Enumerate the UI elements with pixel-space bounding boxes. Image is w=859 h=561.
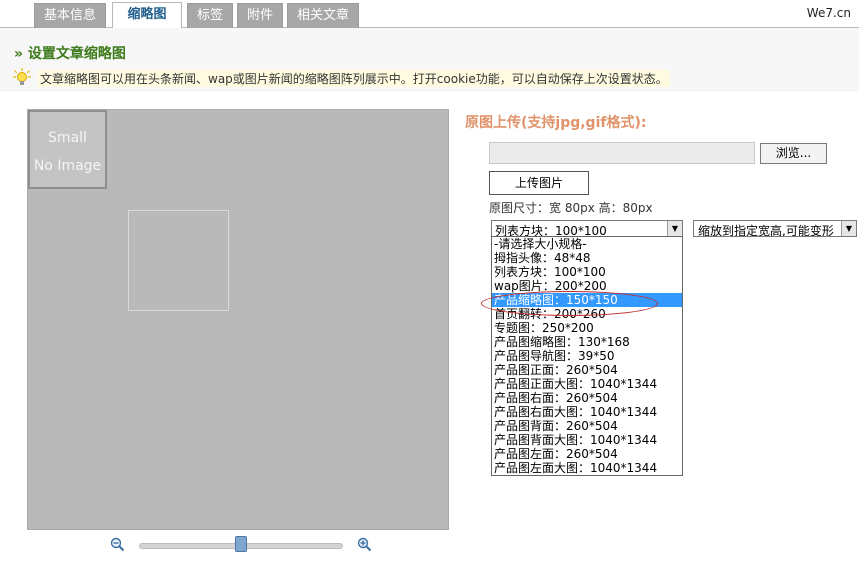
- file-path-input[interactable]: [489, 142, 755, 164]
- chevron-down-icon[interactable]: ▼: [841, 221, 856, 236]
- resize-mode-select[interactable]: 缩放到指定宽高,可能变形 ▼: [693, 220, 857, 237]
- crop-selection-box[interactable]: [128, 210, 229, 311]
- original-size-info: 原图尺寸：宽 80px 高：80px: [489, 201, 653, 215]
- section-title: » 设置文章缩略图: [14, 46, 126, 62]
- tab-basic-info[interactable]: 基本信息: [34, 3, 106, 28]
- size-option[interactable]: 产品图右面大图：1040*1344: [492, 405, 682, 419]
- size-option[interactable]: 产品图背面大图：1040*1344: [492, 433, 682, 447]
- size-option[interactable]: 拇指头像：48*48: [492, 251, 682, 265]
- size-option[interactable]: 产品图导航图：39*50: [492, 349, 682, 363]
- size-option[interactable]: 产品图缩略图：130*168: [492, 335, 682, 349]
- size-option[interactable]: 列表方块：100*100: [492, 265, 682, 279]
- tab-tags[interactable]: 标签: [187, 3, 233, 28]
- upload-image-button[interactable]: 上传图片: [489, 171, 589, 195]
- tip-text: 文章缩略图可以用在头条新闻、wap或图片新闻的缩略图阵列展示中。打开cookie…: [38, 70, 670, 87]
- resize-mode-value: 缩放到指定宽高,可能变形: [698, 224, 834, 237]
- lightbulb-icon: [13, 68, 31, 85]
- placeholder-small-label: Small: [48, 130, 87, 146]
- tab-thumbnail[interactable]: 缩略图: [112, 2, 182, 28]
- size-option[interactable]: -请选择大小规格-: [492, 237, 682, 251]
- zoom-in-icon[interactable]: [357, 537, 372, 552]
- upload-title: 原图上传(支持jpg,gif格式):: [465, 115, 647, 131]
- brand-label: We7.cn: [806, 6, 851, 20]
- tab-related-articles[interactable]: 相关文章: [287, 3, 359, 28]
- annotation-circle: [481, 291, 658, 316]
- zoom-out-icon[interactable]: [110, 537, 125, 552]
- size-select[interactable]: 列表方块：100*100 ▼: [491, 220, 683, 238]
- size-option[interactable]: 产品图背面：260*504: [492, 419, 682, 433]
- size-option[interactable]: 专题图：250*200: [492, 321, 682, 335]
- zoom-slider-handle[interactable]: [235, 536, 247, 552]
- no-image-placeholder: Small No Image: [28, 110, 107, 189]
- size-option[interactable]: 产品图右面：260*504: [492, 391, 682, 405]
- placeholder-no-image-label: No Image: [33, 158, 102, 174]
- size-option[interactable]: 产品图正面大图：1040*1344: [492, 377, 682, 391]
- chevron-down-icon[interactable]: ▼: [667, 221, 682, 236]
- size-option[interactable]: 产品图左面大图：1040*1344: [492, 461, 682, 475]
- size-option[interactable]: 产品图左面：260*504: [492, 447, 682, 461]
- size-options-list[interactable]: -请选择大小规格- 拇指头像：48*48 列表方块：100*100 wap图片：…: [491, 236, 683, 476]
- browse-button[interactable]: 浏览...: [760, 143, 827, 164]
- size-option[interactable]: 产品图正面：260*504: [492, 363, 682, 377]
- tab-attachments[interactable]: 附件: [237, 3, 283, 28]
- tab-bar: 基本信息 缩略图 标签 附件 相关文章 We7.cn: [0, 0, 859, 28]
